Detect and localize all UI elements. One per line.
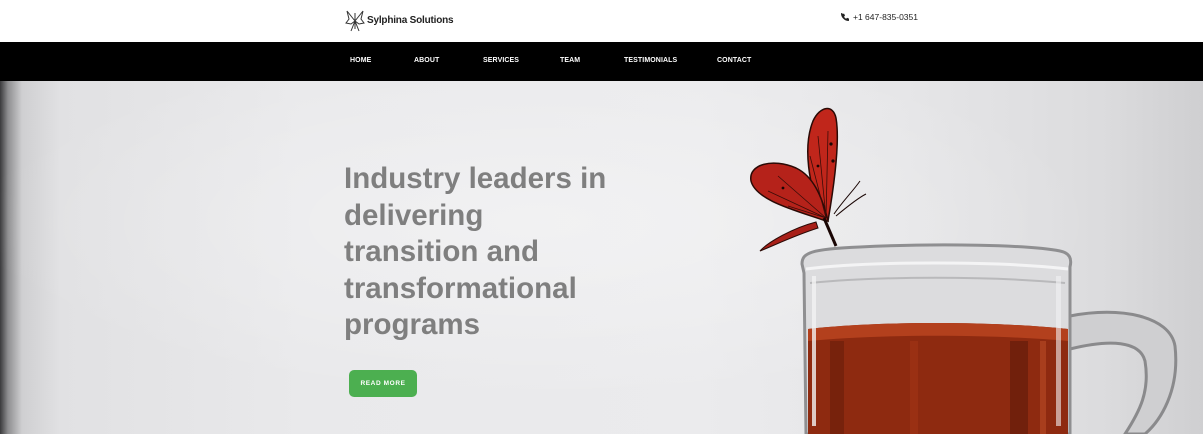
- butterfly: [750, 107, 867, 252]
- main-navigation: HOME ABOUT SERVICES TEAM TESTIMONIALS CO…: [0, 42, 1203, 81]
- tea: [808, 323, 1068, 434]
- phone-number: +1 647-835-0351: [853, 12, 918, 22]
- hero-image: [750, 107, 1178, 434]
- headline-line: transformational: [344, 271, 577, 305]
- nav-item-testimonials[interactable]: TESTIMONIALS: [624, 57, 677, 64]
- phone-contact[interactable]: +1 647-835-0351: [841, 12, 918, 22]
- hero-headline: Industry leaders in delivering transitio…: [344, 161, 644, 344]
- hero-banner: Industry leaders in delivering transitio…: [0, 81, 1203, 434]
- nav-item-team[interactable]: TEAM: [560, 57, 580, 64]
- headline-line: transition and: [344, 235, 540, 268]
- nav-item-contact[interactable]: CONTACT: [717, 57, 751, 64]
- brand-name: Sylphina Solutions: [367, 15, 454, 26]
- headline-line: delivering: [344, 198, 484, 232]
- butterfly-logo-icon: [345, 10, 365, 31]
- headline-line: programs: [344, 308, 481, 341]
- read-more-button[interactable]: READ MORE: [349, 370, 417, 397]
- top-bar: Sylphina Solutions +1 647-835-0351: [0, 0, 1203, 42]
- nav-item-services[interactable]: SERVICES: [483, 57, 519, 64]
- brand-logo[interactable]: Sylphina Solutions: [345, 8, 454, 33]
- headline-line: Industry leaders in: [344, 162, 607, 195]
- mug-handle: [1068, 310, 1178, 434]
- nav-item-about[interactable]: ABOUT: [414, 57, 439, 64]
- nav-item-home[interactable]: HOME: [350, 57, 371, 64]
- phone-icon: [841, 13, 849, 21]
